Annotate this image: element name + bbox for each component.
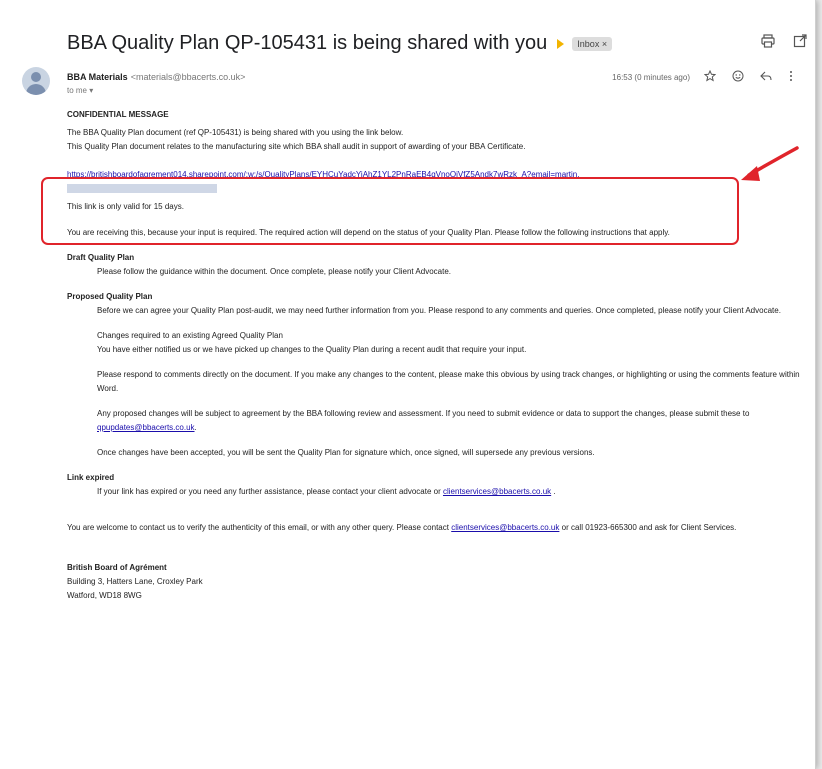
email-window: BBA Quality Plan QP-105431 is being shar… bbox=[0, 0, 816, 769]
proposed-text: Before we can agree your Quality Plan po… bbox=[97, 306, 781, 315]
draft-heading: Draft Quality Plan bbox=[67, 253, 135, 262]
changes-text: You have either notified us or we have p… bbox=[97, 345, 527, 354]
clientservices-email-link-2[interactable]: clientservices@bbacerts.co.uk bbox=[451, 523, 559, 532]
arrow-annotation bbox=[741, 146, 799, 181]
avatar bbox=[22, 67, 50, 95]
email-subject: BBA Quality Plan QP-105431 is being shar… bbox=[67, 32, 548, 54]
qpupdates-email-link[interactable]: qpupdates@bbacerts.co.uk bbox=[97, 423, 195, 432]
reply-icon[interactable] bbox=[760, 70, 774, 84]
inbox-label[interactable]: Inbox × bbox=[572, 36, 613, 51]
emoji-icon[interactable] bbox=[732, 70, 746, 84]
expired-heading: Link expired bbox=[67, 473, 115, 482]
expired-paragraph: If your link has expired or you need any… bbox=[97, 487, 556, 496]
star-icon[interactable] bbox=[703, 69, 718, 84]
contact-paragraph: You are welcome to contact us to verify … bbox=[67, 521, 815, 535]
link-highlight-box bbox=[41, 177, 739, 245]
print-icon[interactable] bbox=[761, 34, 775, 48]
contact-text-2: or call 01923-665300 and ask for Client … bbox=[561, 523, 737, 532]
clientservices-email-link[interactable]: clientservices@bbacerts.co.uk bbox=[443, 487, 551, 496]
timestamp: 16:53 (0 minutes ago) bbox=[612, 72, 690, 82]
message-meta: 16:53 (0 minutes ago) bbox=[612, 69, 802, 84]
subject-row: BBA Quality Plan QP-105431 is being shar… bbox=[67, 32, 613, 55]
confidential-heading: CONFIDENTIAL MESSAGE bbox=[67, 110, 169, 119]
intro-line-2: This Quality Plan document relates to th… bbox=[67, 142, 526, 151]
address-line-2: Watford, WD18 8WG bbox=[67, 591, 142, 600]
address-line-1: Building 3, Hatters Lane, Croxley Park bbox=[67, 577, 203, 586]
sender-name: BBA Materials bbox=[67, 72, 128, 82]
proposed-changes-paragraph: Any proposed changes will be subject to … bbox=[97, 409, 750, 432]
contact-text: You are welcome to contact us to verify … bbox=[67, 523, 449, 532]
open-in-new-window-icon[interactable] bbox=[793, 34, 807, 48]
sender-line: BBA Materials <materials@bbacerts.co.uk> bbox=[67, 72, 245, 82]
proposed-heading: Proposed Quality Plan bbox=[67, 292, 153, 301]
top-toolbar bbox=[761, 34, 807, 48]
expired-text: If your link has expired or you need any… bbox=[97, 487, 441, 496]
recipient-details-toggle[interactable]: to me ▾ bbox=[67, 86, 93, 95]
accepted-text: Once changes have been accepted, you wil… bbox=[97, 448, 595, 457]
proposed-changes-text: Any proposed changes will be subject to … bbox=[97, 409, 750, 418]
respond-text: Please respond to comments directly on t… bbox=[97, 370, 800, 393]
intro-line-1: The BBA Quality Plan document (ref QP-10… bbox=[67, 128, 404, 137]
important-marker-icon[interactable] bbox=[557, 38, 565, 49]
draft-text: Please follow the guidance within the do… bbox=[97, 267, 451, 276]
more-options-icon[interactable] bbox=[788, 70, 802, 84]
changes-heading: Changes required to an existing Agreed Q… bbox=[97, 331, 283, 340]
sender-email: <materials@bbacerts.co.uk> bbox=[130, 72, 246, 82]
org-name: British Board of Agrément bbox=[67, 563, 167, 572]
